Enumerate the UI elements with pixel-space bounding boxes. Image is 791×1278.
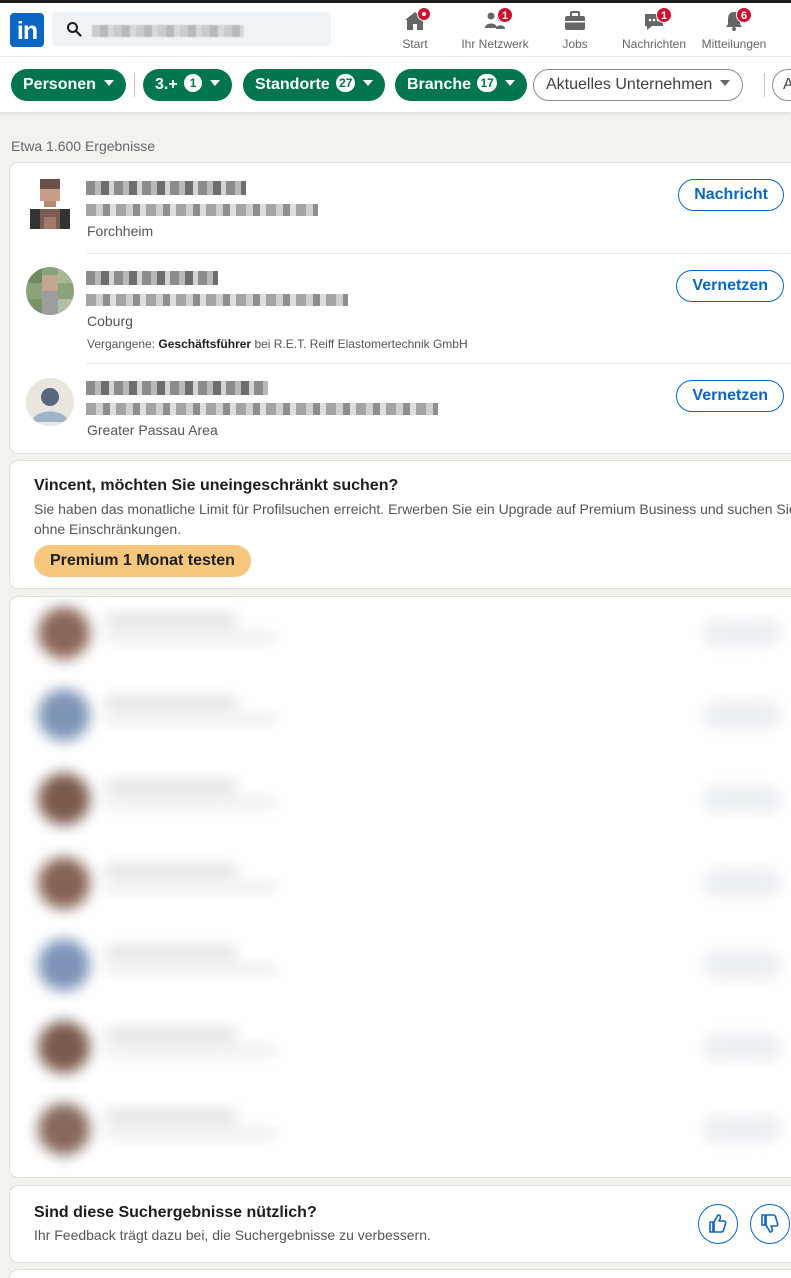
nav-network-label: Ihr Netzwerk — [461, 37, 529, 51]
thumbs-down-button[interactable] — [750, 1204, 790, 1244]
thumbs-up-button[interactable] — [698, 1204, 738, 1244]
briefcase-icon — [563, 9, 587, 33]
people-icon: 1 — [483, 7, 514, 33]
nav-jobs-label: Jobs — [562, 37, 588, 51]
chevron-down-icon — [720, 80, 731, 86]
past-role: Geschäftsführer — [158, 337, 252, 351]
past-prefix: Vergangene: — [87, 337, 156, 351]
filter-bar: Personen 3.+ 1 Standorte 27 Branche 17 A… — [0, 56, 791, 112]
list-item — [10, 1011, 791, 1091]
filter-unternehmen-label: Aktuelles Unternehmen — [546, 76, 713, 93]
list-item: Forchheim Nachricht — [10, 163, 790, 253]
person-headline-redacted — [86, 403, 438, 415]
messages-badge: 1 — [656, 7, 673, 23]
filter-degree[interactable]: 3.+ 1 — [143, 69, 233, 101]
list-item — [10, 1093, 791, 1173]
chevron-down-icon — [103, 80, 114, 86]
search-icon — [67, 22, 82, 37]
avatar[interactable] — [26, 179, 74, 229]
nav-start-label: Start — [402, 37, 428, 51]
network-badge: 1 — [497, 7, 514, 23]
filter-standorte-label: Standorte — [255, 76, 330, 93]
bell-icon: 6 — [722, 7, 753, 33]
top-navigation: in Start 1 Ihr Netzwerk Jobs 1 Nachricht… — [0, 0, 791, 56]
past-company: bei R.E.T. Reiff Elastomertechnik GmbH — [254, 337, 468, 351]
list-item — [10, 847, 791, 927]
nav-notifications-label: Mitteilungen — [701, 37, 767, 51]
nav-messages-label: Nachrichten — [621, 37, 687, 51]
list-item — [10, 597, 791, 677]
past-position: Vergangene: Geschäftsführer bei R.E.T. R… — [87, 337, 468, 351]
connect-button[interactable]: Vernetzen — [676, 380, 784, 412]
avatar-placeholder-icon[interactable] — [26, 378, 74, 426]
divider — [134, 73, 135, 97]
filter-standorte[interactable]: Standorte 27 — [243, 69, 386, 101]
filter-degree-label: 3.+ — [155, 76, 178, 93]
nav-messages[interactable]: 1 Nachrichten — [618, 7, 690, 53]
results-list: Forchheim Nachricht Coburg Vergangene: G… — [10, 163, 791, 453]
search-input[interactable] — [52, 12, 331, 46]
divider — [764, 73, 765, 97]
filter-aktuelles-unternehmen[interactable]: Aktuelles Unternehmen — [533, 69, 744, 101]
list-item: Greater Passau Area Vernetzen — [10, 363, 790, 453]
person-location: Coburg — [87, 313, 133, 329]
nav-notifications[interactable]: 6 Mitteilungen — [698, 7, 770, 53]
person-headline-redacted — [86, 204, 318, 216]
premium-upsell: Vincent, möchten Sie uneingeschränkt suc… — [10, 461, 791, 588]
chat-icon: 1 — [642, 7, 673, 33]
filter-personen-label: Personen — [23, 76, 96, 93]
person-name-redacted[interactable] — [86, 271, 218, 285]
chevron-down-icon — [504, 80, 515, 86]
list-item: Coburg Vergangene: Geschäftsführer bei R… — [10, 253, 790, 363]
search-query-redacted — [92, 25, 244, 37]
person-name-redacted[interactable] — [86, 181, 246, 195]
home-icon — [403, 7, 431, 33]
chevron-down-icon — [210, 80, 221, 86]
next-card — [10, 1270, 791, 1278]
linkedin-logo[interactable]: in — [10, 13, 44, 47]
results-count: Etwa 1.600 Ergebnisse — [11, 138, 155, 154]
premium-text: Sie haben das monatliche Limit für Profi… — [34, 501, 791, 537]
filter-branche-count: 17 — [477, 74, 497, 92]
filter-branche[interactable]: Branche 17 — [395, 69, 527, 101]
filter-degree-count: 1 — [184, 74, 203, 92]
chevron-down-icon — [363, 80, 374, 86]
filter-branche-label: Branche — [407, 76, 472, 93]
filter-more[interactable]: A — [772, 69, 791, 101]
notification-dot — [417, 7, 431, 21]
nav-network[interactable]: 1 Ihr Netzwerk — [456, 7, 534, 53]
premium-title: Vincent, möchten Sie uneingeschränkt suc… — [34, 477, 399, 494]
person-location: Greater Passau Area — [87, 422, 218, 438]
notifications-badge: 6 — [736, 7, 753, 23]
premium-trial-button[interactable]: Premium 1 Monat testen — [34, 545, 251, 577]
thumbs-up-icon — [709, 1214, 727, 1233]
list-item — [10, 763, 791, 843]
person-location: Forchheim — [87, 223, 154, 239]
feedback-title: Sind diese Suchergebnisse nützlich? — [34, 1204, 317, 1221]
feedback-text: Ihr Feedback trägt dazu bei, die Sucherg… — [34, 1227, 431, 1243]
connect-button[interactable]: Vernetzen — [676, 270, 784, 302]
thumbs-down-icon — [761, 1214, 779, 1233]
feedback-card: Sind diese Suchergebnisse nützlich? Ihr … — [10, 1186, 791, 1262]
nav-start[interactable]: Start — [396, 7, 434, 53]
list-item — [10, 929, 791, 1009]
message-button[interactable]: Nachricht — [678, 179, 784, 211]
nav-jobs[interactable]: Jobs — [556, 9, 594, 53]
person-headline-redacted — [86, 294, 348, 306]
blurred-results-list — [10, 597, 791, 1177]
person-name-redacted[interactable] — [86, 381, 268, 395]
filter-standorte-count: 27 — [336, 74, 356, 92]
list-item — [10, 679, 791, 759]
filter-more-label: A — [783, 76, 791, 93]
filter-personen[interactable]: Personen — [11, 69, 126, 101]
avatar[interactable] — [26, 267, 74, 315]
